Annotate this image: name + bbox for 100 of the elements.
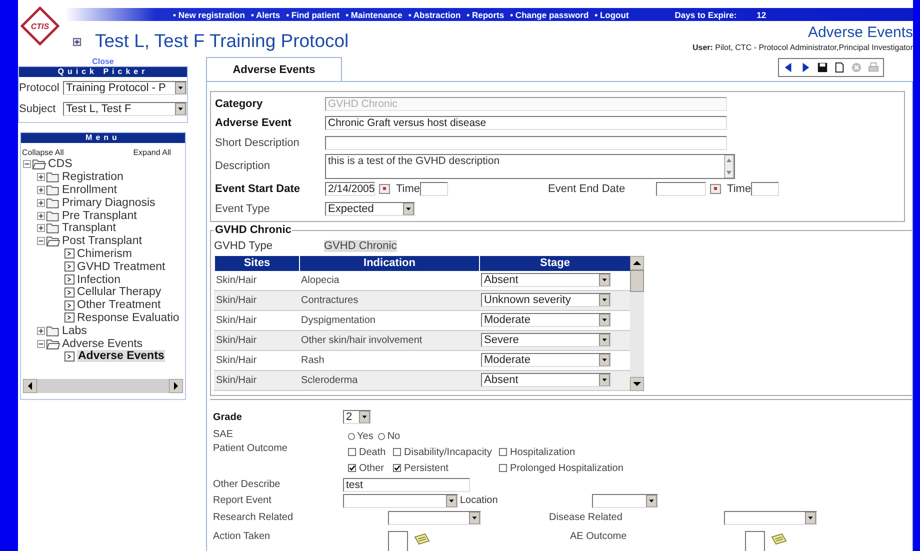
- nav-link[interactable]: • Reports: [466, 10, 504, 20]
- field-label: Grade: [213, 412, 243, 422]
- select-field[interactable]: Training Protocol - P: [63, 80, 187, 94]
- nav-link[interactable]: • New registration: [173, 10, 245, 20]
- field-label: Other Describe: [213, 479, 282, 490]
- nav-link[interactable]: • Logout: [594, 10, 629, 20]
- checkbox-label: Other: [359, 462, 384, 474]
- table-cell-text: Alopecia: [300, 274, 340, 288]
- calendar-icon[interactable]: [710, 184, 722, 194]
- field-value: GVHD Chronic: [324, 240, 397, 252]
- expand-icon[interactable]: [73, 38, 81, 46]
- field-label: GVHD Type: [214, 240, 274, 252]
- expander-icon[interactable]: [37, 340, 45, 348]
- field-label: Short Description: [215, 136, 300, 149]
- time-field[interactable]: [420, 182, 448, 196]
- nav-link[interactable]: • Alerts: [250, 10, 280, 20]
- previous-icon[interactable]: [783, 62, 794, 73]
- note-icon[interactable]: [414, 532, 430, 544]
- new-page-icon[interactable]: [834, 62, 845, 73]
- expander-icon[interactable]: [37, 173, 45, 182]
- select-field[interactable]: Absent: [481, 373, 611, 387]
- tree-item[interactable]: Infection: [77, 274, 120, 286]
- scroll-up-icon[interactable]: [630, 256, 644, 270]
- dropdown-arrow-icon: [599, 334, 610, 346]
- field-label: Subject: [19, 102, 57, 114]
- collapse-all-link[interactable]: Collapse All: [22, 148, 64, 157]
- select-field[interactable]: Test L, Test F: [63, 102, 187, 116]
- expander-icon[interactable]: [37, 186, 45, 194]
- save-icon[interactable]: [817, 62, 828, 73]
- radio-button[interactable]: [348, 432, 355, 440]
- tree-item[interactable]: CDS: [48, 158, 72, 170]
- logo: CTIS: [20, 6, 60, 46]
- open-folder-icon: [46, 338, 60, 350]
- select-field[interactable]: [388, 510, 481, 524]
- tree-item[interactable]: Other Treatment: [77, 299, 161, 312]
- expander-icon[interactable]: [37, 212, 45, 220]
- nav-link[interactable]: • Abstraction: [408, 10, 461, 20]
- nav-link[interactable]: • Find patient: [286, 10, 340, 20]
- tree-item[interactable]: Adverse Events: [62, 338, 143, 350]
- select-field[interactable]: [724, 510, 817, 524]
- scroll-right-icon[interactable]: [169, 379, 183, 393]
- tree-item[interactable]: Post Transplant: [62, 235, 142, 248]
- tree-item[interactable]: Adverse Events: [77, 350, 166, 362]
- tree-item[interactable]: GVHD Treatment: [77, 260, 166, 273]
- close-link[interactable]: Close: [92, 57, 114, 66]
- text-field[interactable]: [325, 136, 727, 150]
- nav-link[interactable]: • Maintenance: [346, 10, 402, 20]
- tree-item[interactable]: Cellular Therapy: [77, 286, 162, 298]
- select-field[interactable]: Expected: [325, 202, 415, 216]
- select-field[interactable]: 2: [343, 410, 371, 424]
- tree-item[interactable]: Labs: [62, 324, 87, 337]
- scroll-down-icon[interactable]: [630, 376, 644, 390]
- checkbox[interactable]: [393, 464, 401, 472]
- tree-item[interactable]: Transplant: [62, 222, 116, 234]
- date-field[interactable]: 2/14/2005: [325, 182, 375, 196]
- checkbox[interactable]: [393, 448, 401, 456]
- table-cell-text: Skin/Hair: [215, 374, 258, 388]
- checkbox[interactable]: [348, 464, 356, 472]
- next-icon[interactable]: [800, 62, 811, 73]
- expander-icon[interactable]: [23, 160, 31, 168]
- checkbox[interactable]: [499, 464, 507, 472]
- tree-item[interactable]: Pre Transplant: [62, 210, 137, 222]
- checkbox[interactable]: [348, 448, 356, 456]
- vertical-scrollbar[interactable]: [630, 256, 644, 390]
- expander-icon[interactable]: [37, 224, 45, 232]
- select-field[interactable]: Moderate: [481, 353, 611, 367]
- tree-item[interactable]: Response Evaluatio: [77, 312, 180, 324]
- select-field[interactable]: Moderate: [481, 313, 611, 327]
- nav-link[interactable]: • Change password: [510, 10, 589, 20]
- checkbox-label: Hospitalization: [510, 446, 576, 458]
- tree-item[interactable]: Chimerism: [77, 248, 132, 260]
- select-field[interactable]: [343, 494, 458, 508]
- expander-icon[interactable]: [37, 237, 45, 246]
- tab[interactable]: Adverse Events: [206, 57, 342, 81]
- select-field[interactable]: Unknown severity: [481, 293, 611, 307]
- folder-icon: [46, 210, 60, 222]
- date-field[interactable]: [656, 182, 706, 196]
- note-icon[interactable]: [771, 532, 787, 544]
- time-field[interactable]: [751, 182, 780, 196]
- section-title: GVHD Chronic: [214, 224, 292, 236]
- expand-all-link[interactable]: Expand All: [133, 148, 171, 157]
- scroll-arrows-icon[interactable]: [724, 154, 734, 178]
- select-field[interactable]: Absent: [481, 273, 611, 287]
- calendar-icon[interactable]: [379, 184, 390, 194]
- text-field[interactable]: Chronic Graft versus host disease: [325, 116, 727, 130]
- text-field[interactable]: test: [343, 478, 470, 492]
- tree-item[interactable]: Registration: [62, 171, 124, 184]
- horizontal-scrollbar[interactable]: [21, 379, 185, 393]
- scroll-left-icon[interactable]: [23, 379, 37, 393]
- checkbox[interactable]: [499, 448, 507, 456]
- radio-button[interactable]: [378, 432, 386, 440]
- select-field[interactable]: Severe: [481, 333, 611, 347]
- select-field[interactable]: [592, 494, 658, 508]
- dropdown-arrow-icon: [446, 494, 457, 506]
- tree-item[interactable]: Enrollment: [62, 184, 117, 196]
- scroll-thumb[interactable]: [630, 270, 644, 292]
- text-area[interactable]: this is a test of the GVHD description: [325, 154, 735, 178]
- tree-item[interactable]: Primary Diagnosis: [62, 196, 156, 209]
- expander-icon[interactable]: [37, 198, 45, 207]
- expander-icon[interactable]: [37, 326, 45, 335]
